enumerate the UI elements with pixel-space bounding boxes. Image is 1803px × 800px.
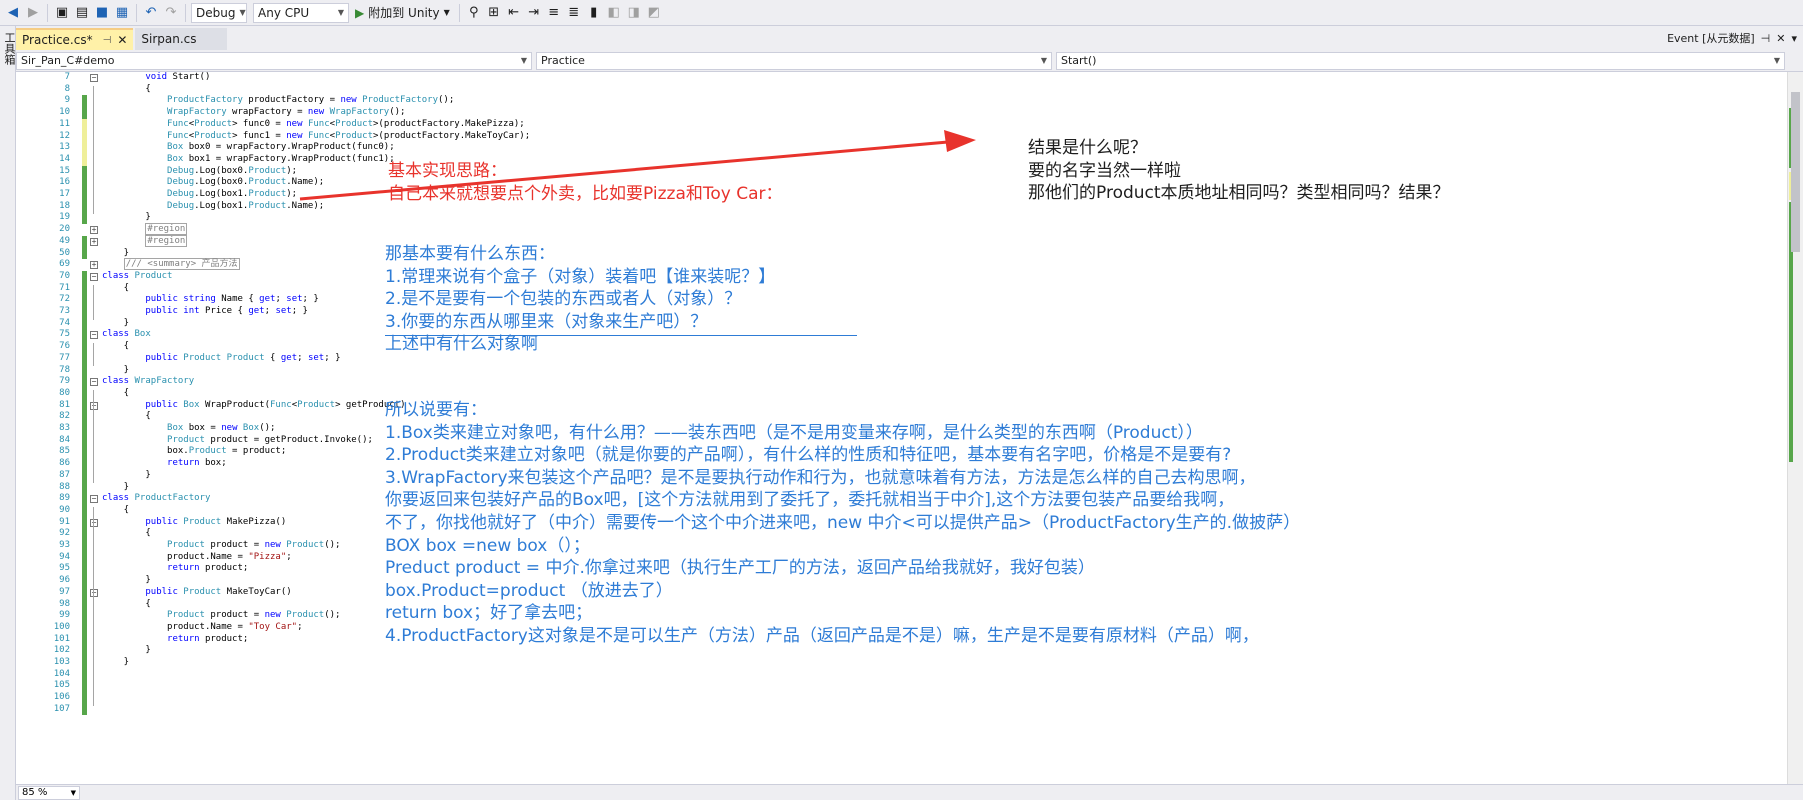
note-line: 4.ProductFactory这对象是不是可以生产（方法）产品（返回产品是不是… <box>385 626 1259 646</box>
chevron-down-icon: ▼ <box>70 788 76 797</box>
note-line: 2.Product类来建立对象吧（就是你要的产品啊），有什么样的性质和特征吧，基… <box>385 445 1232 466</box>
note-line: 上述中有什么对象啊 <box>385 334 538 355</box>
note-line: 3.你要的东西从哪里来（对象来生产吧）？ <box>385 311 708 332</box>
note-line: 那他们的Product本质地址相同吗？类型相同吗？结果？ <box>1028 183 1450 204</box>
note-line: 不了，你找他就好了（中介）需要传一个这个中介进来吧，new 中介<可以提供产品>… <box>385 513 1301 533</box>
note-line: BOX box =new box（）； <box>385 535 590 556</box>
zoom-dropdown[interactable]: 85 % ▼ <box>18 785 80 800</box>
note-line: Preduct product = 中介.你拿过来吧（执行生产工厂的方法，返回产… <box>385 558 1095 579</box>
note-divider-line <box>385 335 857 336</box>
note-line: 3.WrapFactory来包装这个产品吧？是不是要执行动作和行为，也就意味着有… <box>385 467 1256 488</box>
vertical-scrollbar[interactable] <box>1787 72 1803 784</box>
note-line: 基本实现思路： <box>388 161 507 181</box>
note-line: 1.Box类来建立对象吧，有什么用？——装东西吧（是不是用变量来存啊，是什么类型… <box>385 422 1203 443</box>
visual-studio-window: ◀ ▶ ▣ ▤ ■ ▦ ↶ ↷ Debug ▼ Any CPU ▼ ▶ 附加到 … <box>0 0 1803 800</box>
editor-status-bar: 85 % ▼ <box>16 784 1803 800</box>
note-line: 所以说要有： <box>385 400 487 420</box>
arrow-head <box>944 130 976 152</box>
note-line: 结果是什么呢？ <box>1028 138 1147 158</box>
note-line: 自己本来就想要点个外卖，比如要Pizza和Toy Car： <box>388 183 783 204</box>
annotation-arrow <box>299 130 976 201</box>
note-line: box.Product=product （放进去了） <box>385 580 673 601</box>
note-line: 2.是不是要有一个包装的东西或者人（对象）？ <box>385 289 742 310</box>
note-line: 要的名字当然一样啦 <box>1028 160 1181 181</box>
note-line: return box；好了拿去吧； <box>385 603 593 624</box>
note-line: 你要返回来包装好产品的Box吧，[这个方法就用到了委托了，委托就相当于中介],这… <box>385 490 1235 511</box>
note-line: 1.常理来说有个盒子（对象）装着吧【谁来装呢？】 <box>385 266 776 287</box>
scrollbar-thumb[interactable] <box>1791 92 1800 252</box>
zoom-level: 85 % <box>22 787 48 798</box>
note-line: 那基本要有什么东西： <box>385 244 555 264</box>
